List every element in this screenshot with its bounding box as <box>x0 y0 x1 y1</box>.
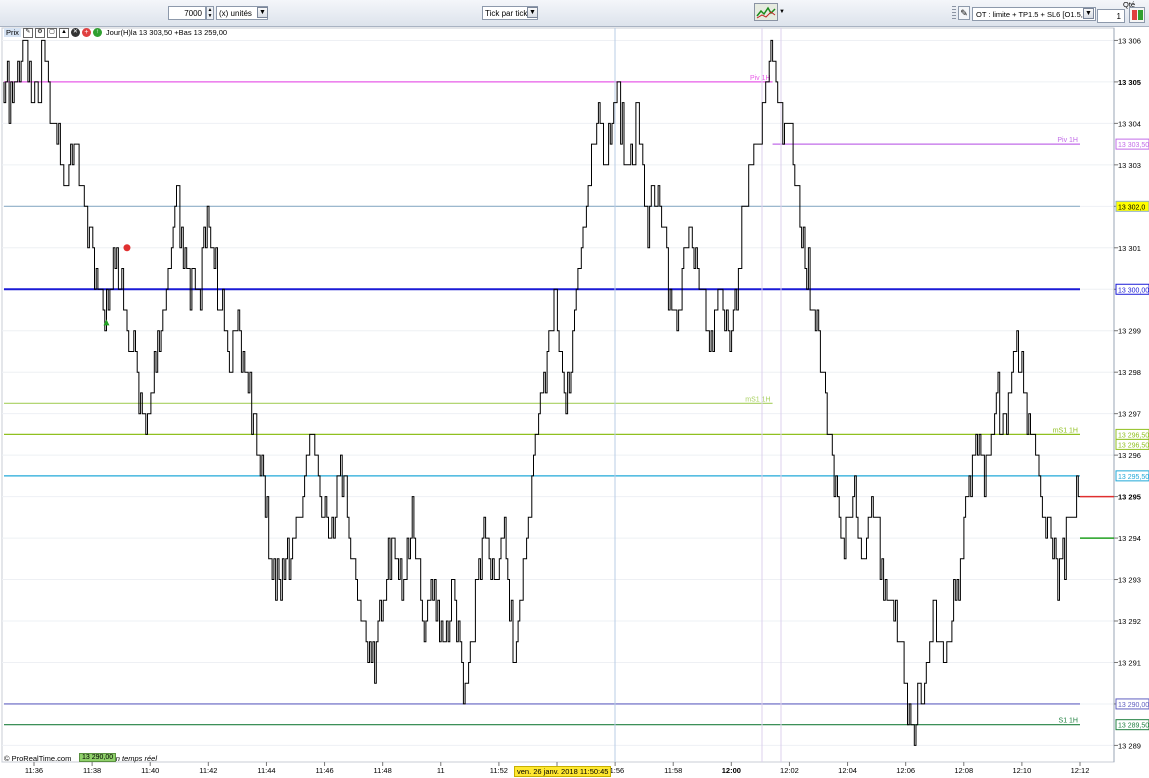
order-drag-handle[interactable] <box>952 6 956 20</box>
x-tick-label: 11:48 <box>374 766 392 775</box>
x-tick-label: 11:38 <box>83 766 101 775</box>
legend-info: Jour(H)la 13 303,50 +Bas 13 259,00 <box>105 28 228 37</box>
x-tick-label: 12:04 <box>838 766 857 775</box>
order-ticket-sell-mark <box>1138 10 1143 20</box>
wrench-icon[interactable]: ✎ <box>958 6 970 20</box>
order-qty-input[interactable]: 1 <box>1097 9 1125 23</box>
x-tick-label: 12:06 <box>896 766 915 775</box>
interval-label: Tick par tick <box>485 9 528 18</box>
copyright-text: © ProRealTime.com <box>4 754 72 763</box>
y-tick-label: 13 296 <box>1118 451 1141 460</box>
order-type-select[interactable]: OT : limite + TP1.5 + SL6 [O1.5,S6] <box>972 7 1096 21</box>
close-icon[interactable]: ✕ <box>70 28 80 37</box>
order-ticket-buy-mark <box>1132 10 1137 20</box>
x-tick-label: 11:58 <box>664 766 682 775</box>
level-label: Piv 1H <box>1057 137 1078 144</box>
x-tick-label: 11:44 <box>257 766 275 775</box>
x-tick-label: 11:52 <box>490 766 508 775</box>
y-tick-label: 13 292 <box>1118 617 1141 626</box>
y-tick-label: 13 297 <box>1118 410 1141 419</box>
order-ticket-icon[interactable] <box>1129 7 1145 23</box>
copy-icon[interactable]: ▢ <box>46 27 57 38</box>
x-tick-label: 11:40 <box>141 766 159 775</box>
x-tick-label: 11:42 <box>199 766 217 775</box>
y-tick-label: 13 303 <box>1118 161 1141 170</box>
price-badge-text: 13 296,50 <box>1118 442 1149 449</box>
chart-toolbar: 7000 ▲ ▼ (x) unités ▼ Tick par tick ▼ ▼ ✎… <box>0 0 1149 27</box>
y-tick-label: 13 289 <box>1118 741 1141 750</box>
units-label: (x) unités <box>219 9 252 18</box>
y-tick-label: 13 306 <box>1118 36 1141 45</box>
order-panel: ✎ OT : limite + TP1.5 + SL6 [O1.5,S6] ▼ … <box>950 0 1149 26</box>
y-tick-label: 13 295 <box>1118 493 1141 502</box>
cursor-date-badge: ven. 26 janv. 2018 11:50:45 <box>514 766 612 777</box>
x-tick-label: 12:00 <box>722 766 741 775</box>
y-tick-label: 13 304 <box>1118 119 1141 128</box>
up-arrow-icon[interactable]: ↑ <box>92 28 102 37</box>
sell-marker <box>123 244 131 252</box>
level-label: S1 1H <box>1059 718 1078 725</box>
settings-icon[interactable]: ⚙ <box>34 27 45 38</box>
y-tick-label: 13 298 <box>1118 368 1141 377</box>
quantity-spinner[interactable]: ▲ ▼ <box>206 6 214 20</box>
price-chart[interactable]: Piv 1H Piv 1H mS1 1H mS1 1H S1 1H 13 289 13 2… <box>0 0 1149 778</box>
x-cursor-badge: 13 290,00 <box>79 753 117 762</box>
price-badge-text: 13 289,50 <box>1118 723 1149 730</box>
x-tick-label: 11:46 <box>315 766 333 775</box>
chart-legend: Prix ✎ ⚙ ▢ ▲ ✕ + ↑ Jour(H)la 13 303,50 +… <box>4 27 227 38</box>
y-tick-label: 13 301 <box>1118 244 1141 253</box>
y-tick-label: 13 305 <box>1118 78 1141 87</box>
x-tick-label: 12:10 <box>1012 766 1031 775</box>
chevron-down-icon[interactable]: ▼ <box>527 7 538 18</box>
order-type-label: OT : limite + TP1.5 + SL6 [O1.5,S6] <box>976 10 1095 19</box>
chart-type-button[interactable] <box>754 3 778 21</box>
chevron-down-icon[interactable]: ▼ <box>257 7 268 18</box>
level-label: Piv 1H <box>750 75 771 82</box>
chevron-down-icon[interactable]: ▼ <box>1083 8 1094 19</box>
x-tick-label: 11 <box>437 766 445 775</box>
draw-tool-icon[interactable]: ✎ <box>22 27 33 38</box>
y-tick-label: 13 299 <box>1118 327 1141 336</box>
price-badge-text: 13 290,00 <box>1118 702 1149 709</box>
x-tick-label: 12:02 <box>780 766 799 775</box>
alert-icon[interactable]: ▲ <box>58 27 69 38</box>
price-badge-text: 13 296,50 <box>1118 432 1149 439</box>
price-badge-text: 13 300,00 <box>1118 287 1149 294</box>
level-label: mS1 1H <box>745 396 770 403</box>
x-tick-label: 12:12 <box>1071 766 1090 775</box>
x-tick-label: 12:08 <box>954 766 973 775</box>
chart-style-icon <box>756 6 776 19</box>
quantity-input[interactable]: 7000 <box>168 6 206 20</box>
y-tick-label: 13 291 <box>1118 658 1141 667</box>
chart-type-chevron-icon[interactable]: ▼ <box>778 7 786 18</box>
add-indicator-icon[interactable]: + <box>81 28 91 37</box>
x-tick-label: 11:36 <box>25 766 43 775</box>
y-tick-label: 13 294 <box>1118 534 1141 543</box>
y-tick-label: 13 293 <box>1118 576 1141 585</box>
price-badge-text: 13 302,0 <box>1118 204 1145 211</box>
price-label: Prix <box>4 28 21 37</box>
price-badge-text: 13 303,50 <box>1118 142 1149 149</box>
price-badge-text: 13 295,50 <box>1118 474 1149 481</box>
level-label: mS1 1H <box>1053 427 1078 434</box>
